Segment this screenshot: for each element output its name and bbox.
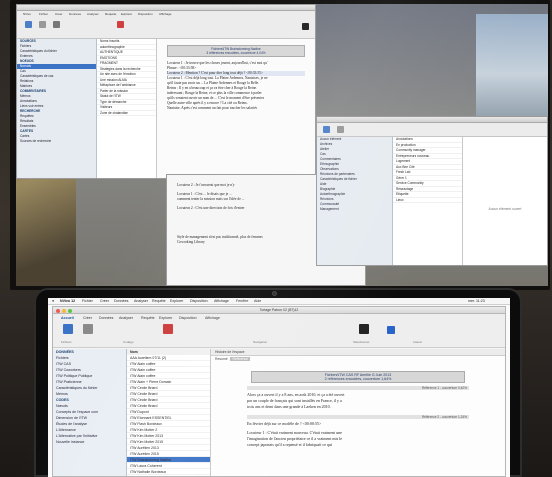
document-subtabs: Résumé Référence	[211, 356, 505, 363]
navigation-pane: SOURCES Fichiers Caractéristiques du fic…	[17, 39, 97, 178]
ribbon-group-label: Fichiers	[61, 340, 72, 344]
document-coverage: 3 références encodées, couverture 4,04%	[206, 51, 266, 55]
ribbon-group-label: Insérer	[413, 340, 423, 344]
ribbon-tab[interactable]: Données	[99, 316, 113, 320]
list-item[interactable]: Lieux	[393, 198, 462, 203]
nav-item[interactable]: Sources de recherche	[17, 139, 96, 144]
menu-item[interactable]: Affichage	[159, 12, 171, 16]
paste-icon[interactable]	[323, 126, 330, 133]
paste-icon[interactable]	[25, 21, 32, 28]
document-header: Fichiers\ITW CAS RF Amélie G Juin 2013 2…	[251, 371, 465, 383]
menu-item[interactable]: Créer	[55, 12, 63, 16]
doc-line: Nantaise. Après c'est comment un fait po…	[167, 106, 258, 110]
menubar-item[interactable]: Fenêtre	[236, 299, 248, 303]
ribbon-tab[interactable]: Accueil	[61, 316, 74, 320]
node-list: Noms Inscrits autoethnographie AUTHENTIQ…	[97, 39, 157, 178]
doc-line: trois ans et demi dans une grande à Laek…	[247, 404, 331, 409]
photo-scene: NVivo Fichier Créer Données Analyser Req…	[0, 0, 552, 477]
menubar-item[interactable]: Disposition	[190, 299, 208, 303]
cut-icon[interactable]	[39, 21, 46, 28]
ribbon: NVivo Fichier Créer Données Analyser Req…	[17, 11, 315, 39]
menubar-item[interactable]: Fichier	[82, 299, 93, 303]
select-cursor-icon[interactable]	[359, 324, 369, 334]
list-item[interactable]: ITW Nathalie Bordeaux	[127, 469, 210, 475]
menubar-item[interactable]: Données	[114, 299, 128, 303]
doc-line: concept japonais qu'il a repensé et il f…	[247, 442, 333, 447]
uncode-icon[interactable]	[163, 324, 173, 334]
document-pane: Fichiers\ITW Brainstorming Nadine 3 réfé…	[157, 39, 315, 178]
document-text[interactable]: Alors ça a ouvert il y a 8 ans, en août …	[211, 390, 505, 412]
file-list: Nom AAA Aureliem 07/11 (2) ITW Alain coff…	[127, 349, 211, 476]
menu-item[interactable]: NVivo	[23, 12, 31, 16]
link-icon[interactable]	[387, 326, 395, 334]
document-text[interactable]: Locuteur 1 : Je trouve que les choses jo…	[157, 59, 315, 113]
cut-icon[interactable]	[83, 324, 93, 334]
ribbon-tab[interactable]: Disposition	[179, 316, 197, 320]
menubar-item[interactable]: Affichage	[214, 299, 229, 303]
document-header: Fichiers\ITW Brainstorming Nadine 3 réfé…	[167, 45, 305, 57]
document-pane: Aucun élément ouvert	[463, 137, 547, 265]
webcam	[272, 291, 277, 296]
menu-item[interactable]: Fichier	[39, 12, 48, 16]
zoom-icon[interactable]	[68, 308, 72, 313]
menubar-item[interactable]: Analyser	[134, 299, 148, 303]
menubar-item[interactable]: Aide	[254, 299, 261, 303]
minimize-icon[interactable]	[62, 308, 66, 313]
ribbon-tab[interactable]: Explorer	[159, 316, 172, 320]
laptop-screen: ● NVivo 12 Fichier Créer Données Analyse…	[48, 298, 510, 477]
nvivo-side-window: Aucun élément Archives Atelier Cas Comme…	[316, 116, 548, 266]
document-text[interactable]: En février déjà sur ce modèle de ? <00:0…	[211, 419, 505, 450]
ribbon-tab[interactable]: Analyser	[119, 316, 133, 320]
menubar-item[interactable]: Créer	[100, 299, 109, 303]
ribbon-group-label: Navigation	[253, 340, 268, 344]
monitor-screen: NVivo Fichier Créer Données Analyser Req…	[16, 4, 548, 286]
menu-item[interactable]: Explorer	[121, 12, 132, 16]
ribbon-tab[interactable]: Requête	[141, 316, 155, 320]
empty-state-text: Aucun élément ouvert	[488, 207, 522, 211]
uncode-icon[interactable]	[117, 21, 124, 28]
select-cursor-icon[interactable]	[302, 23, 309, 30]
menu-item[interactable]: Requête	[105, 12, 116, 16]
node-list: Annotations En production Community mana…	[393, 137, 463, 265]
menubar-app[interactable]: NVivo 12	[60, 299, 75, 303]
code-icon[interactable]	[53, 21, 60, 28]
ribbon	[317, 123, 547, 137]
menu-item[interactable]: Disposition	[138, 12, 153, 16]
macos-menubar: ● NVivo 12 Fichier Créer Données Analyse…	[48, 298, 510, 305]
document-pane: Histoire de l'espace Résumé Référence Fi…	[211, 349, 505, 476]
ribbon-tab[interactable]: Créer	[83, 316, 92, 320]
subtab-reference[interactable]: Référence	[230, 357, 251, 361]
list-item[interactable]: Zone de chalandise	[97, 111, 156, 116]
ribbon-group-label: Codage	[123, 340, 134, 344]
document-tab[interactable]: Histoire de l'espace	[211, 349, 505, 356]
nvivo-back-window: NVivo Fichier Créer Données Analyser Req…	[16, 4, 316, 179]
navigation-pane: Aucun élément Archives Atelier Cas Comme…	[317, 137, 393, 265]
cut-icon[interactable]	[337, 126, 344, 133]
menu-item[interactable]: Données	[69, 12, 81, 16]
nvivo-laptop-window: Tortage Patron V2 (BT)12 Accueil Créer D…	[52, 306, 506, 477]
ribbon: Accueil Créer Données Analyser Requête E…	[53, 314, 505, 348]
ribbon-tab[interactable]: Affichage	[205, 316, 220, 320]
menubar-item[interactable]: Explorer	[170, 299, 183, 303]
apple-icon[interactable]: ●	[52, 299, 54, 303]
close-icon[interactable]	[56, 308, 60, 313]
window-titlebar: Tortage Patron V2 (BT)12	[53, 307, 505, 314]
nav-item[interactable]: Nouvelle instance	[53, 439, 126, 445]
file-list-items: AAA Aureliem 07/11 (2) ITW Alain coffee IT…	[127, 355, 210, 475]
subtab-summary[interactable]: Résumé	[215, 357, 228, 361]
navigation-pane: DONNÉES Fichiers ITW CAS ITW Coworkers I…	[53, 349, 127, 476]
code-icon[interactable]	[63, 324, 73, 334]
menubar-clock: mer. 11:23	[468, 299, 485, 303]
nav-item[interactable]: Management	[317, 207, 392, 212]
doc-line: En février déjà sur ce modèle de ? <00:0…	[247, 421, 322, 426]
ribbon-group-label: Sélectionner	[353, 340, 370, 344]
window-title: Tortage Patron V2 (BT)12	[259, 308, 299, 312]
document-coverage: 2 références encodées, couverture 1,64%	[324, 377, 392, 381]
menubar-item[interactable]: Requête	[152, 299, 166, 303]
menu-item[interactable]: Analyser	[87, 12, 99, 16]
